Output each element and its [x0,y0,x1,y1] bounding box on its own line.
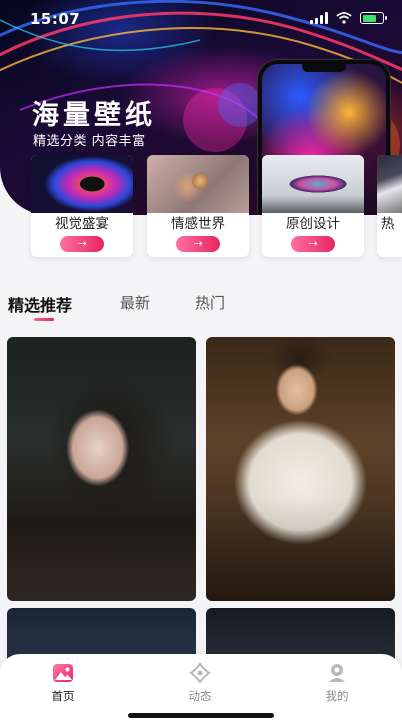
nav-label: 我的 [325,689,349,703]
image-icon [53,664,73,682]
category-label: 原创设计 [286,216,340,232]
category-label: 视觉盛宴 [55,216,109,232]
nav-item-home[interactable]: 首页 [33,662,93,704]
category-label: 情感世界 [171,216,225,232]
tab-hot[interactable]: 热门 [195,292,225,313]
wallpaper-card[interactable] [206,337,395,601]
category-thumbnail [377,155,402,213]
hero-title: 海量壁纸 [32,100,156,131]
tab-featured[interactable]: 精选推荐 [8,292,72,316]
arrow-button[interactable]: ⇢ [176,236,220,252]
arrow-button[interactable]: ⇢ [60,236,104,252]
content-tabs: 精选推荐 最新 热门 [0,288,402,328]
wifi-icon [336,12,352,24]
wallpaper-card[interactable] [7,337,196,601]
nav-label: 首页 [51,689,75,703]
arrow-button[interactable]: ⇢ [291,236,335,252]
category-card-hot[interactable]: 热 [377,155,402,257]
category-thumbnail [31,155,133,213]
category-label: 热 [381,216,395,232]
signal-icon [310,12,328,24]
hero-subtitle: 精选分类 内容丰富 [33,134,146,149]
category-thumbnail [147,155,249,213]
category-card-emotion[interactable]: 情感世界 ⇢ [147,155,249,257]
category-card-original[interactable]: 原创设计 ⇢ [262,155,364,257]
home-indicator [128,713,274,718]
status-time: 15:07 [30,10,81,28]
nav-item-feed[interactable]: 动态 [170,662,230,704]
sparkle-icon [189,662,211,684]
tab-indicator [34,318,54,321]
battery-icon [360,12,387,24]
status-icons [310,12,387,24]
nav-item-profile[interactable]: 我的 [307,662,367,704]
tab-latest[interactable]: 最新 [120,292,150,313]
nav-label: 动态 [188,689,212,703]
category-list: 视觉盛宴 ⇢ 情感世界 ⇢ 原创设计 ⇢ 热 [0,155,402,260]
status-bar: 15:07 [0,0,402,36]
category-thumbnail [262,155,364,213]
category-card-visual[interactable]: 视觉盛宴 ⇢ [31,155,133,257]
user-icon [329,664,345,682]
